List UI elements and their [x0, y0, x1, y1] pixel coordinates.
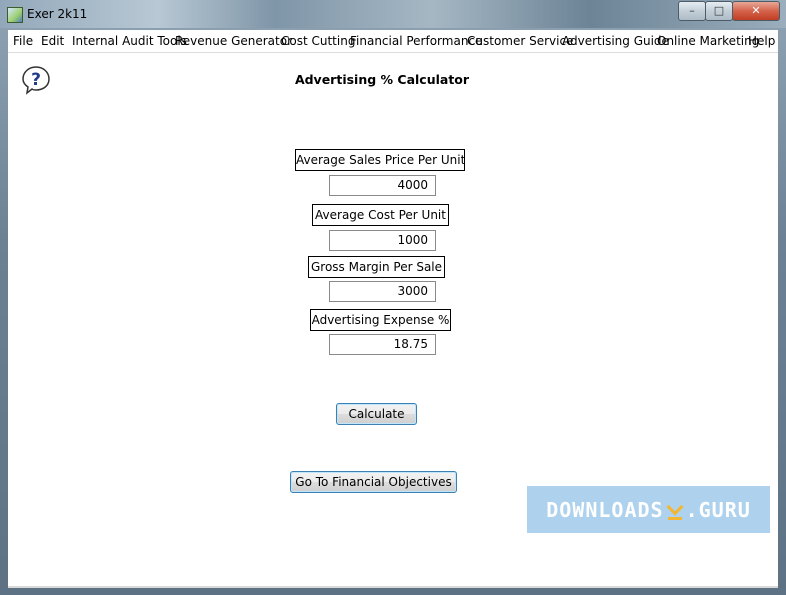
page-title: Advertising % Calculator [294, 72, 470, 87]
menu-cost-cutting[interactable]: Cost Cutting [281, 34, 355, 48]
menu-file[interactable]: File [13, 34, 33, 48]
download-arrow-icon [666, 499, 684, 521]
maximize-button[interactable]: □ [705, 1, 733, 21]
menu-online-marketing[interactable]: Online Marketing [657, 34, 759, 48]
gross-margin-input[interactable]: 3000 [329, 281, 436, 302]
menu-revenue-generator[interactable]: Revenue Generator [175, 34, 292, 48]
avg-cost-label: Average Cost Per Unit [312, 204, 449, 226]
app-icon [7, 7, 23, 23]
menu-financial-performance[interactable]: Financial Performance [350, 34, 482, 48]
minimize-button[interactable]: – [678, 1, 706, 21]
title-bar[interactable]: Exer 2k11 – □ ✕ [0, 0, 786, 28]
go-to-financial-objectives-button[interactable]: Go To Financial Objectives [290, 471, 457, 493]
calculate-button[interactable]: Calculate [336, 403, 417, 425]
avg-cost-input[interactable]: 1000 [329, 230, 436, 251]
watermark-text-left: DOWNLOADS [546, 497, 664, 522]
downloads-guru-watermark: DOWNLOADS .GURU [527, 486, 770, 533]
avg-sales-price-input[interactable]: 4000 [329, 175, 436, 196]
menu-help[interactable]: Help [748, 34, 775, 48]
menu-internal-audit-tools[interactable]: Internal Audit Tools [72, 34, 187, 48]
gross-margin-label: Gross Margin Per Sale [308, 256, 445, 278]
window-title: Exer 2k11 [27, 7, 88, 21]
avg-sales-price-label: Average Sales Price Per Unit [295, 149, 465, 171]
menu-edit[interactable]: Edit [41, 34, 64, 48]
watermark-text-right: .GURU [685, 497, 751, 522]
menu-advertising-guide[interactable]: Advertising Guide [562, 34, 669, 48]
advertising-expense-input[interactable]: 18.75 [329, 334, 436, 355]
menu-customer-service[interactable]: Customer Service [467, 34, 573, 48]
window-bottom-border [8, 586, 778, 588]
advertising-expense-label: Advertising Expense % [310, 309, 451, 331]
menu-bar: File Edit Internal Audit Tools Revenue G… [8, 30, 778, 53]
close-button[interactable]: ✕ [732, 1, 780, 21]
window-frame: Exer 2k11 – □ ✕ File Edit Internal Audit… [0, 0, 786, 595]
